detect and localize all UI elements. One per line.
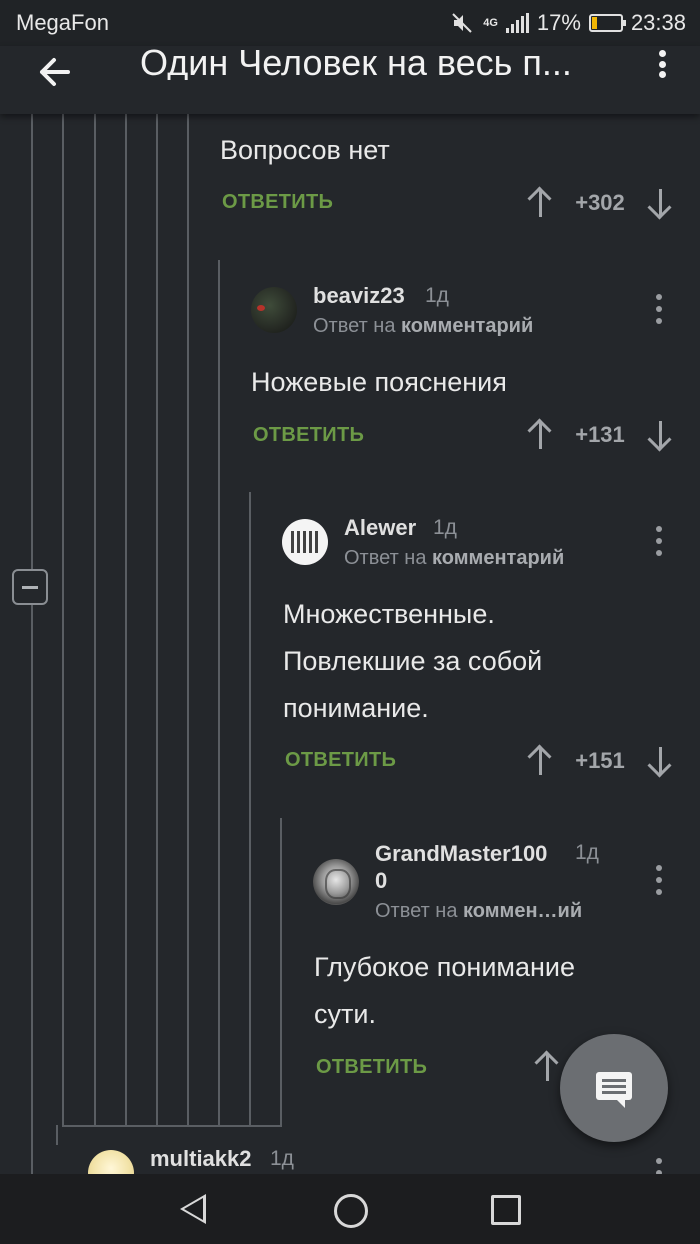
status-bar: MegaFon 4G 17% 23:38 <box>0 0 700 46</box>
new-comment-button[interactable] <box>560 1034 668 1142</box>
reply-prefix: Ответ на <box>375 900 458 922</box>
app-header: Один Человек на весь п... <box>0 46 700 114</box>
signal-icon <box>505 13 529 33</box>
reply-button[interactable]: ОТВЕТИТЬ <box>253 424 364 447</box>
avatar[interactable] <box>313 859 359 905</box>
avatar[interactable] <box>282 519 328 565</box>
thread-line <box>62 1125 282 1127</box>
upvote-icon[interactable] <box>525 186 555 220</box>
downvote-icon[interactable] <box>645 186 675 220</box>
comment-time: 1д <box>425 284 449 307</box>
reply-button[interactable]: ОТВЕТИТЬ <box>285 749 396 772</box>
thread-line <box>94 114 96 1126</box>
reply-target: комментарий <box>432 547 565 569</box>
system-nav-bar <box>0 1174 700 1244</box>
thread-line <box>56 1125 58 1145</box>
reply-button[interactable]: ОТВЕТИТЬ <box>316 1056 427 1079</box>
username[interactable]: Alewer <box>344 515 416 541</box>
comment-time: 1д <box>270 1147 294 1170</box>
carrier-name: MegaFon <box>16 10 109 35</box>
reply-prefix: Ответ на <box>344 547 427 569</box>
clock: 23:38 <box>630 10 686 35</box>
vote-controls: +151 <box>525 744 675 778</box>
mute-icon <box>452 13 472 33</box>
comment-text-line: сути. <box>314 999 376 1029</box>
downvote-icon[interactable] <box>645 744 675 778</box>
more-vert-icon[interactable] <box>654 526 664 556</box>
more-vert-icon[interactable] <box>654 294 664 324</box>
thread-line <box>156 114 158 1126</box>
network-type: 4G <box>483 17 498 29</box>
battery-icon <box>588 14 626 32</box>
comment-icon <box>596 1072 632 1108</box>
nav-home-icon[interactable] <box>334 1194 368 1228</box>
more-vert-icon[interactable] <box>654 865 664 895</box>
thread-line <box>31 114 33 569</box>
comment-score: +131 <box>575 422 625 447</box>
thread-line <box>187 114 189 1126</box>
comment-text: Глубокое понимание сути. <box>314 944 575 1038</box>
username[interactable]: GrandMaster100 0 <box>375 840 547 894</box>
reply-button[interactable]: ОТВЕТИТЬ <box>222 191 333 214</box>
upvote-icon[interactable] <box>525 744 555 778</box>
avatar[interactable] <box>251 287 297 333</box>
battery-level-fill <box>591 17 597 29</box>
username[interactable]: beaviz23 <box>313 283 405 309</box>
reply-to-label[interactable]: Ответ на комментарий <box>344 547 564 570</box>
comment-score: +302 <box>575 190 625 215</box>
reply-to-label[interactable]: Ответ на коммен…ий <box>375 900 582 923</box>
status-indicators: 4G 17% 23:38 <box>451 10 686 36</box>
downvote-icon[interactable] <box>645 418 675 452</box>
username-line: 0 <box>375 868 388 893</box>
vote-controls <box>532 1050 562 1084</box>
upvote-icon[interactable] <box>525 418 555 452</box>
back-button[interactable] <box>36 52 72 100</box>
username[interactable]: multiakk2 <box>150 1146 252 1172</box>
comment-text: Множественные. Повлекшие за собой понима… <box>283 591 542 732</box>
comment-score: +151 <box>575 748 625 773</box>
reply-to-label[interactable]: Ответ на комментарий <box>313 315 533 338</box>
nav-recents-icon[interactable] <box>491 1195 521 1225</box>
battery-percent: 17% <box>536 10 581 35</box>
reply-target: комментарий <box>401 315 534 337</box>
comment-text: Вопросов нет <box>220 135 390 165</box>
thread-line <box>280 818 282 1126</box>
vote-controls: +302 <box>525 186 675 220</box>
page-title: Один Человек на весь п... <box>140 46 572 80</box>
comment-text: Ножевые пояснения <box>251 367 507 397</box>
comment-text-line: Глубокое понимание <box>314 952 576 982</box>
thread-line <box>249 492 251 1126</box>
more-vert-icon[interactable] <box>656 50 668 78</box>
thread-line <box>218 260 220 1126</box>
comment-text-line: понимание. <box>283 693 429 723</box>
comment-time: 1д <box>433 516 457 539</box>
vote-controls: +131 <box>525 418 675 452</box>
comment-text-line: Повлекшие за собой <box>283 646 543 676</box>
thread-line <box>31 605 33 1174</box>
nav-back-icon[interactable] <box>180 1194 206 1224</box>
upvote-icon[interactable] <box>532 1050 562 1084</box>
username-line: GrandMaster100 <box>375 841 548 866</box>
arrow-left-icon <box>40 58 70 86</box>
reply-prefix: Ответ на <box>313 315 396 337</box>
comment-text-line: Множественные. <box>283 599 495 629</box>
reply-target: коммен…ий <box>463 900 583 922</box>
comment-time: 1д <box>575 841 599 864</box>
thread-line <box>125 114 127 1126</box>
collapse-minus-icon[interactable] <box>12 569 48 605</box>
thread-line <box>62 114 64 1126</box>
